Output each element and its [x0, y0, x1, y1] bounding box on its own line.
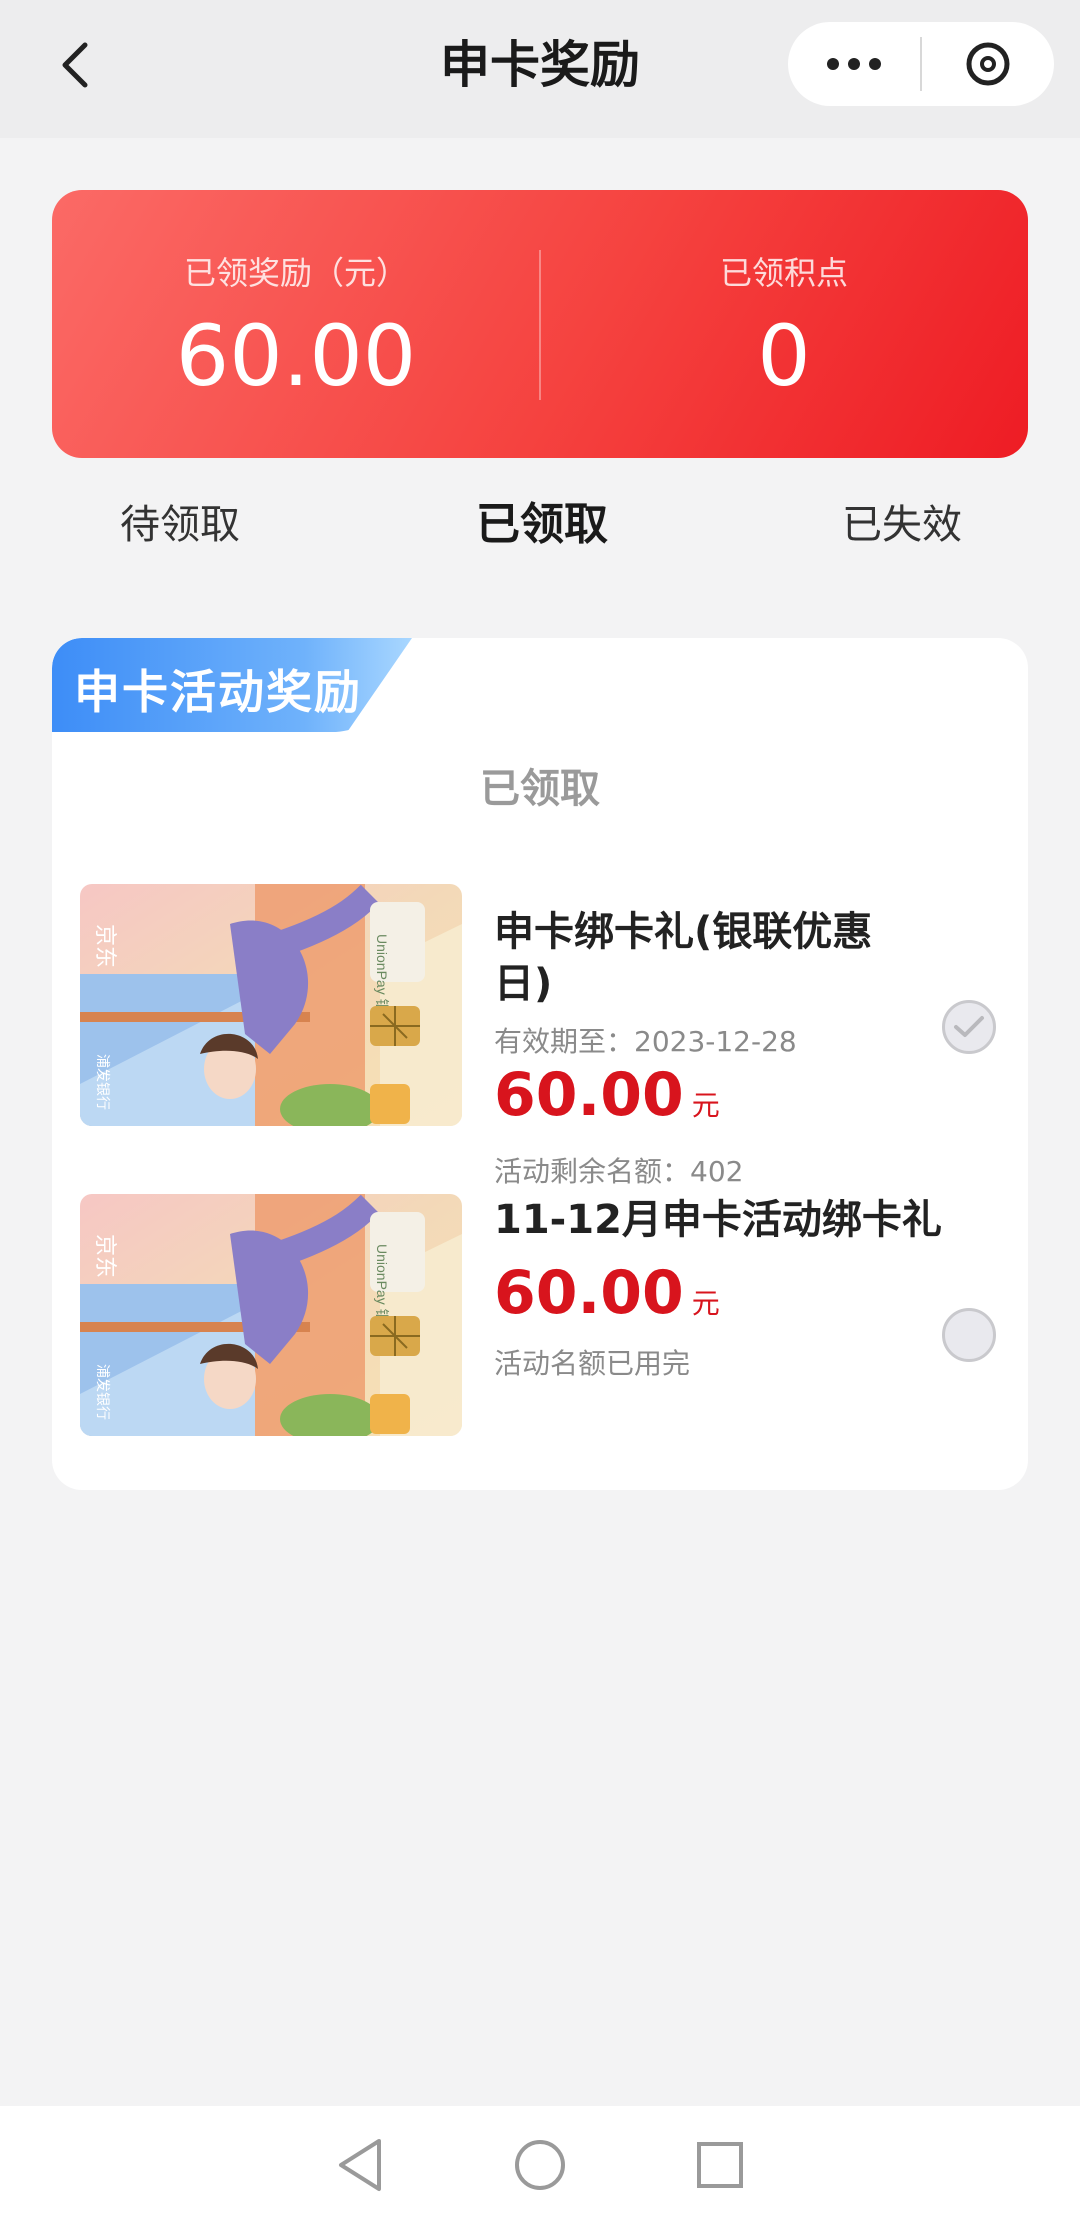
circle-home-icon [515, 2139, 565, 2190]
points-block: 已领积点 0 [540, 190, 1028, 458]
item-title: 11-12月申卡活动绑卡礼 [494, 1197, 942, 1243]
rewards-section: 申卡活动奖励 已领取 UnionPay 银联 京东 浦发银行 申卡绑卡礼(银联优… [52, 638, 1028, 1490]
more-button[interactable] [788, 22, 920, 106]
square-recents-icon [697, 2141, 743, 2188]
credit-card-image: UnionPay 银联 京东 浦发银行 [80, 884, 462, 1126]
section-ribbon-title: 申卡活动奖励 [74, 665, 362, 719]
reward-label: 已领奖励（元） [183, 254, 408, 292]
close-circle-icon [966, 42, 1010, 86]
checkmark-icon [954, 1016, 984, 1037]
item-amount-unit: 元 [691, 1287, 720, 1320]
item-note: 活动剩余名额：402 [494, 1155, 744, 1188]
reward-summary-card: 已领奖励（元） 60.00 已领积点 0 [52, 190, 1028, 458]
top-bar: 申卡奖励 [0, 0, 1080, 138]
credit-card-image: UnionPay 银联 京东 浦发银行 [80, 1194, 462, 1436]
section-status-title: 已领取 [480, 766, 600, 812]
status-tabs: 待领取 已领取 已失效 [0, 490, 1080, 570]
mini-program-capsule [788, 22, 1054, 106]
points-value: 0 [757, 307, 811, 405]
item-amount-value: 60.00 [494, 1060, 684, 1130]
tab-pending[interactable]: 待领取 [120, 490, 240, 560]
system-recents-button[interactable] [670, 2115, 770, 2215]
points-label: 已领积点 [719, 254, 848, 292]
item-amount: 60.00 元 [494, 1060, 720, 1141]
reward-value: 60.00 [175, 307, 417, 405]
system-home-button[interactable] [490, 2115, 590, 2215]
item-radio[interactable] [942, 1308, 996, 1362]
reward-amount-block: 已领奖励（元） 60.00 [52, 190, 540, 458]
item-title: 申卡绑卡礼(银联优惠日) [494, 909, 873, 1007]
more-dots-icon [827, 58, 881, 70]
card-brand-text: 京东 [93, 924, 118, 968]
item-valid-until: 有效期至：2023-12-28 [494, 1025, 797, 1058]
item-amount: 60.00 元 [494, 1258, 720, 1339]
system-nav-bar [0, 2106, 1080, 2223]
item-amount-value: 60.00 [494, 1258, 684, 1328]
system-back-button[interactable] [310, 2115, 410, 2215]
card-bank-text: 浦发银行 [95, 1054, 111, 1110]
card-brand-text: 京东 [93, 1234, 118, 1278]
close-button[interactable] [922, 22, 1054, 106]
item-note: 活动名额已用完 [494, 1347, 691, 1380]
tab-claimed[interactable]: 已领取 [476, 490, 608, 560]
tab-expired[interactable]: 已失效 [842, 490, 962, 560]
triangle-back-icon [339, 2138, 381, 2191]
item-amount-unit: 元 [691, 1089, 720, 1122]
item-checkbox[interactable] [942, 1000, 996, 1054]
card-bank-text: 浦发银行 [95, 1364, 111, 1420]
